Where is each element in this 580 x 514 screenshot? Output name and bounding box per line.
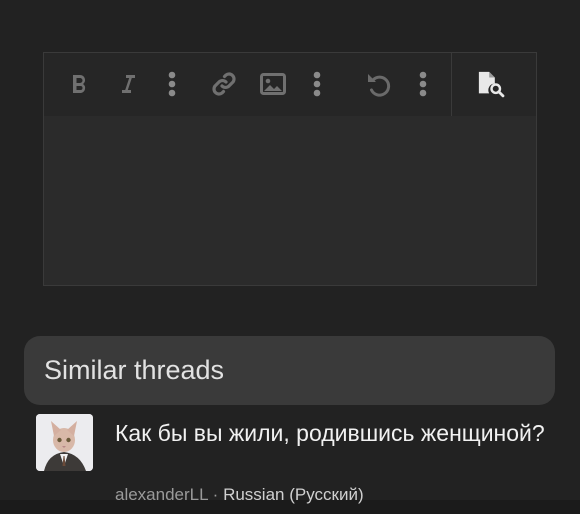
bold-icon bbox=[73, 75, 86, 93]
undo-button[interactable] bbox=[364, 69, 394, 99]
bold-button[interactable] bbox=[64, 69, 94, 99]
thread-forum-link[interactable]: Russian (Русский) bbox=[223, 485, 364, 504]
rich-text-editor bbox=[43, 52, 537, 286]
vertical-dots-icon bbox=[419, 71, 427, 97]
more-options-button[interactable] bbox=[408, 69, 438, 99]
undo-icon bbox=[368, 74, 391, 97]
editor-toolbar bbox=[44, 53, 536, 116]
preview-button[interactable] bbox=[477, 69, 507, 99]
image-icon bbox=[260, 73, 286, 95]
italic-button[interactable] bbox=[113, 69, 143, 99]
thread-meta: alexanderLL · Russian (Русский) bbox=[115, 485, 364, 505]
vertical-dots-icon bbox=[168, 71, 176, 97]
insert-image-button[interactable] bbox=[258, 69, 288, 99]
preview-document-icon bbox=[478, 71, 505, 98]
toolbar-divider bbox=[451, 53, 452, 116]
thread-title-link[interactable]: Как бы вы жили, родившись женщиной? bbox=[115, 416, 545, 451]
vertical-dots-icon bbox=[313, 71, 321, 97]
similar-threads-heading: Similar threads bbox=[24, 336, 555, 405]
insert-link-button[interactable] bbox=[209, 69, 239, 99]
link-icon bbox=[212, 72, 236, 96]
editor-text-area[interactable] bbox=[44, 116, 536, 285]
more-text-options-button[interactable] bbox=[157, 69, 187, 99]
reply-panel: Similar threads Как бы вы жили, родившис… bbox=[0, 0, 580, 504]
cat-avatar bbox=[36, 414, 93, 471]
thread-author[interactable]: alexanderLL bbox=[115, 485, 208, 504]
italic-icon bbox=[122, 75, 135, 93]
more-insert-options-button[interactable] bbox=[302, 69, 332, 99]
meta-separator: · bbox=[207, 485, 224, 504]
similar-thread-item[interactable]: Как бы вы жили, родившись женщиной? alex… bbox=[36, 414, 556, 514]
